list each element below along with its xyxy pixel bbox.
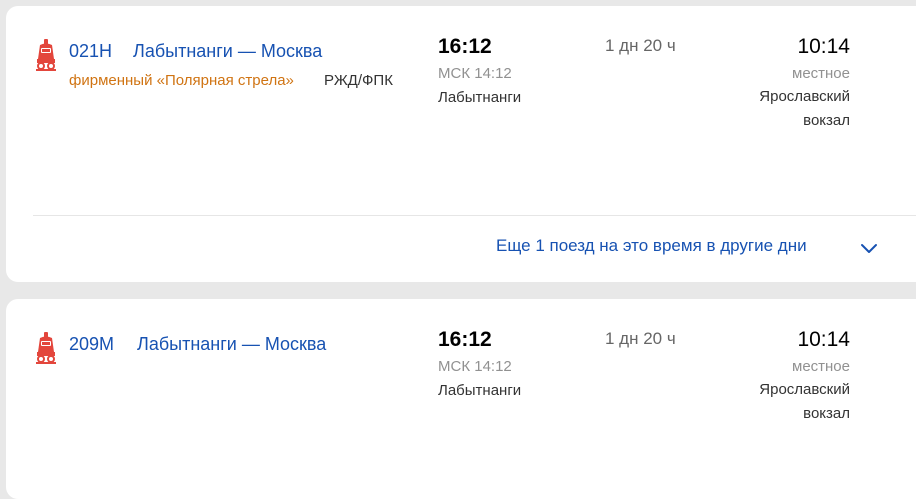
arrival-time: 10:14	[797, 328, 850, 351]
departure-station: Лабытнанги	[438, 89, 522, 106]
train-icon	[36, 332, 56, 364]
departure-station: Лабытнанги	[438, 382, 522, 399]
arrival-station-line: вокзал	[803, 405, 850, 422]
travel-duration: 1 дн 20 ч	[605, 329, 676, 348]
train-number[interactable]: 209М	[69, 334, 114, 355]
arrival-station-line: Ярославский	[759, 88, 850, 105]
travel-duration: 1 дн 20 ч	[605, 36, 676, 55]
train-card: 209М Лабытнанги — Москва 16:12 МСК 14:12…	[6, 299, 916, 499]
departure-msk-time: МСК 14:12	[438, 358, 512, 375]
departure-time: 16:12	[438, 35, 492, 58]
train-route-link[interactable]: Лабытнанги — Москва	[137, 334, 326, 355]
divider	[33, 215, 916, 216]
carrier-name: РЖД/ФПК	[324, 72, 393, 89]
arrival-time-note: местное	[792, 358, 850, 375]
arrival-station-line: вокзал	[803, 112, 850, 129]
more-trains-link[interactable]: Еще 1 поезд на это время в другие дни	[496, 236, 807, 256]
departure-time: 16:12	[438, 328, 492, 351]
arrival-station: Ярославский вокзал	[759, 85, 850, 133]
arrival-station-line: Ярославский	[759, 381, 850, 398]
train-route-link[interactable]: Лабытнанги — Москва	[133, 41, 322, 62]
train-brand-name: фирменный «Полярная стрела»	[69, 72, 294, 89]
train-icon	[36, 39, 56, 71]
train-number[interactable]: 021Н	[69, 41, 112, 62]
arrival-time: 10:14	[797, 35, 850, 58]
chevron-down-icon[interactable]	[859, 242, 879, 256]
arrival-station: Ярославский вокзал	[759, 378, 850, 426]
arrival-time-note: местное	[792, 65, 850, 82]
train-card: 021Н Лабытнанги — Москва фирменный «Поля…	[6, 6, 916, 282]
departure-msk-time: МСК 14:12	[438, 65, 512, 82]
